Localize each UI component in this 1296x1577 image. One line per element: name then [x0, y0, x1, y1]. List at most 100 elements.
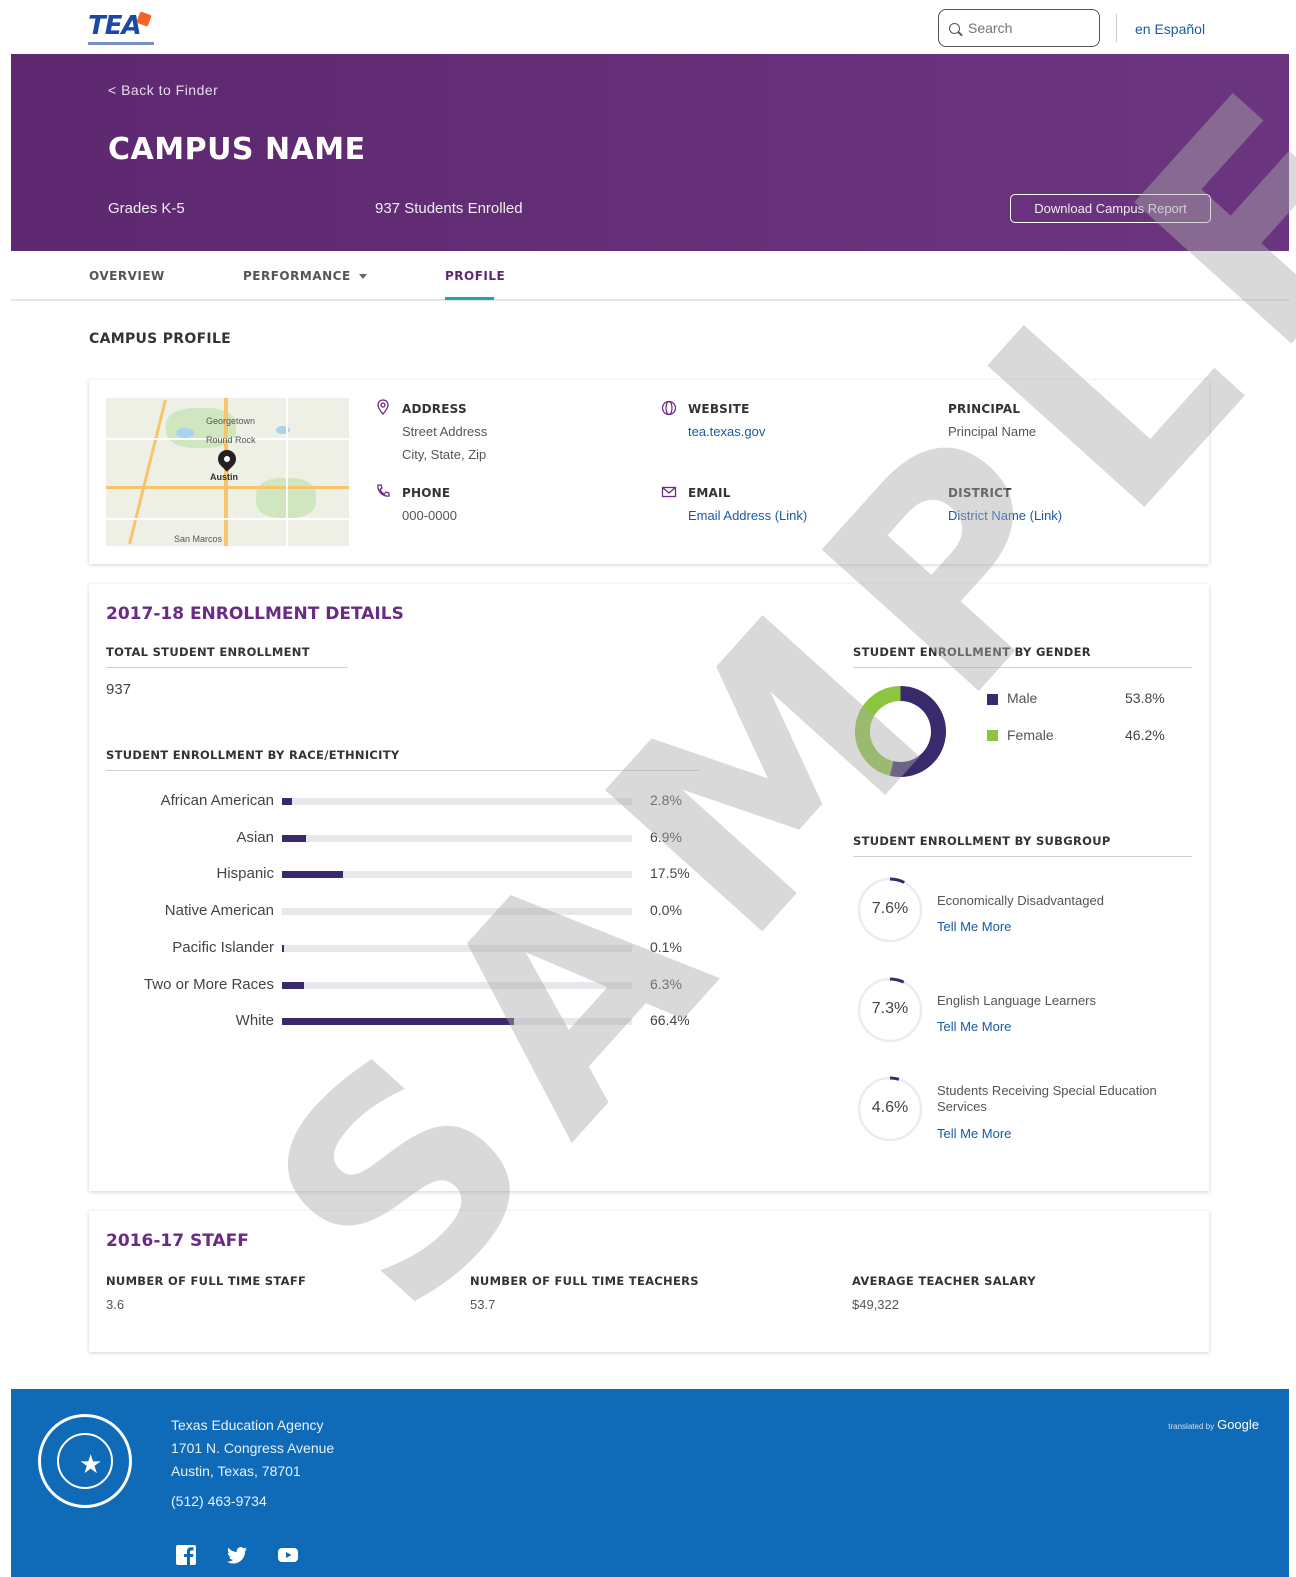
- race-bar-track: [282, 981, 632, 989]
- race-pct: 0.1%: [650, 938, 682, 955]
- campus-profile-card: Georgetown Round Rock Austin San Marcos …: [89, 380, 1209, 564]
- tab-profile[interactable]: PROFILE: [445, 269, 505, 283]
- ring-fill: [889, 1076, 900, 1081]
- address-label: ADDRESS: [402, 402, 467, 416]
- star-icon: ★: [79, 1449, 103, 1479]
- female-legend-label: Female: [1007, 727, 1054, 743]
- race-ethnicity-label: STUDENT ENROLLMENT BY RACE/ETHNICITY: [106, 748, 699, 771]
- full-time-teachers-value: 53.7: [470, 1297, 496, 1312]
- race-row: Two or More Races 6.3%: [106, 976, 706, 996]
- tea-logo[interactable]: TEA: [88, 11, 154, 46]
- race-row: White 66.4%: [106, 1012, 706, 1032]
- district-label: DISTRICT: [948, 486, 1012, 500]
- phone-label: PHONE: [402, 486, 451, 500]
- subgroup-label: STUDENT ENROLLMENT BY SUBGROUP: [853, 834, 1192, 857]
- total-enrollment-label: TOTAL STUDENT ENROLLMENT: [106, 645, 348, 668]
- email-link[interactable]: Email Address (Link): [688, 508, 807, 523]
- map-city-label: Austin: [210, 472, 238, 482]
- download-campus-report-button[interactable]: Download Campus Report: [1010, 194, 1211, 223]
- ring-fill: [889, 977, 905, 984]
- footer-phone: (512) 463-9734: [171, 1493, 267, 1509]
- tab-performance[interactable]: PERFORMANCE: [243, 269, 367, 283]
- language-link[interactable]: en Español: [1135, 21, 1205, 37]
- gender-donut-chart: [855, 686, 946, 777]
- race-row: Hispanic 17.5%: [106, 865, 706, 885]
- google-text: Google: [1217, 1417, 1259, 1432]
- header-divider: [1116, 14, 1117, 42]
- race-pct: 17.5%: [650, 865, 690, 882]
- female-legend-swatch: [987, 730, 998, 741]
- seal-inner-ring: ★: [57, 1433, 113, 1489]
- tab-overview-label: OVERVIEW: [89, 269, 165, 283]
- address-line1: Street Address: [402, 424, 488, 439]
- race-bar-track: [282, 834, 632, 842]
- race-bar-fill: [282, 834, 307, 842]
- race-bar-fill: [282, 944, 284, 952]
- race-pct: 2.8%: [650, 792, 682, 808]
- map-city-label: Georgetown: [206, 416, 256, 426]
- tab-profile-label: PROFILE: [445, 269, 506, 283]
- principal-label: PRINCIPAL: [948, 402, 1021, 416]
- donut-slice-female: [855, 686, 901, 776]
- website-link[interactable]: tea.texas.gov: [688, 424, 765, 439]
- campus-map[interactable]: Georgetown Round Rock Austin San Marcos: [106, 398, 349, 546]
- chevron-down-icon: [358, 274, 367, 279]
- male-legend-label: Male: [1007, 690, 1038, 706]
- subgroup-name: Economically Disadvantaged: [937, 893, 1104, 908]
- enrollment-details-card: 2017-18 ENROLLMENT DETAILS TOTAL STUDENT…: [89, 584, 1209, 1191]
- youtube-icon[interactable]: [277, 1544, 299, 1566]
- search-box[interactable]: [938, 9, 1100, 47]
- teacher-salary-value: $49,322: [852, 1297, 899, 1312]
- race-label: Hispanic: [216, 865, 274, 883]
- map-city-label: Round Rock: [206, 435, 256, 445]
- gender-label: STUDENT ENROLLMENT BY GENDER: [853, 645, 1192, 668]
- tab-overview[interactable]: OVERVIEW: [89, 269, 165, 283]
- phone-icon: [377, 484, 390, 497]
- race-pct: 6.3%: [650, 975, 682, 992]
- map-road: [106, 518, 349, 520]
- race-label: Pacific Islander: [172, 938, 274, 956]
- race-label: Asian: [236, 828, 274, 846]
- map-pin-icon: [214, 446, 240, 472]
- district-link[interactable]: District Name (Link): [948, 508, 1062, 523]
- footer-street: 1701 N. Congress Avenue: [171, 1440, 335, 1456]
- donut-slice-male: [889, 686, 946, 777]
- back-to-finder-link[interactable]: < Back to Finder: [108, 82, 218, 98]
- email-label: EMAIL: [688, 486, 731, 500]
- male-legend-swatch: [987, 694, 998, 705]
- email-icon: [661, 486, 677, 498]
- map-road: [286, 398, 288, 546]
- tab-bar: OVERVIEW PERFORMANCE PROFILE: [11, 251, 1289, 301]
- female-legend-pct: 46.2%: [1125, 727, 1165, 743]
- subgroup-name: Students Receiving Special Education Ser…: [937, 1083, 1157, 1114]
- tell-me-more-link[interactable]: Tell Me More: [937, 919, 1011, 934]
- search-input[interactable]: [968, 20, 1088, 36]
- location-pin-icon: [377, 399, 389, 415]
- race-pct: 66.4%: [650, 1012, 690, 1029]
- race-pct: 6.9%: [650, 828, 682, 845]
- facebook-icon[interactable]: [175, 1544, 197, 1566]
- tell-me-more-link[interactable]: Tell Me More: [937, 1126, 1011, 1141]
- twitter-icon[interactable]: [226, 1544, 248, 1566]
- race-bar-track: [282, 944, 632, 952]
- translated-by-google: translated by Google: [1168, 1417, 1259, 1432]
- campus-hero: < Back to Finder CAMPUS NAME Grades K-5 …: [11, 54, 1289, 251]
- students-enrolled-text: 937 Students Enrolled: [375, 200, 523, 217]
- staff-title: 2016-17 STAFF: [106, 1231, 249, 1251]
- texas-seal-icon: ★: [38, 1414, 132, 1508]
- race-label: Two or More Races: [143, 975, 274, 993]
- footer-org: Texas Education Agency: [171, 1417, 324, 1433]
- map-highway: [128, 399, 167, 545]
- website-label: WEBSITE: [688, 402, 750, 416]
- race-bar-track: [282, 798, 632, 805]
- total-enrollment-value: 937: [106, 681, 132, 698]
- enrollment-title: 2017-18 ENROLLMENT DETAILS: [106, 604, 404, 624]
- subgroup-pct: 7.3%: [871, 999, 909, 1017]
- race-bar-fill: [282, 1018, 515, 1026]
- subgroup-name: English Language Learners: [937, 992, 1097, 1008]
- full-time-staff-value: 3.6: [106, 1297, 125, 1312]
- race-row: Native American 0.0%: [106, 902, 706, 922]
- race-bar-fill: [282, 981, 305, 989]
- tell-me-more-link[interactable]: Tell Me More: [937, 1019, 1011, 1034]
- staff-card: 2016-17 STAFF NUMBER OF FULL TIME STAFF …: [89, 1211, 1209, 1352]
